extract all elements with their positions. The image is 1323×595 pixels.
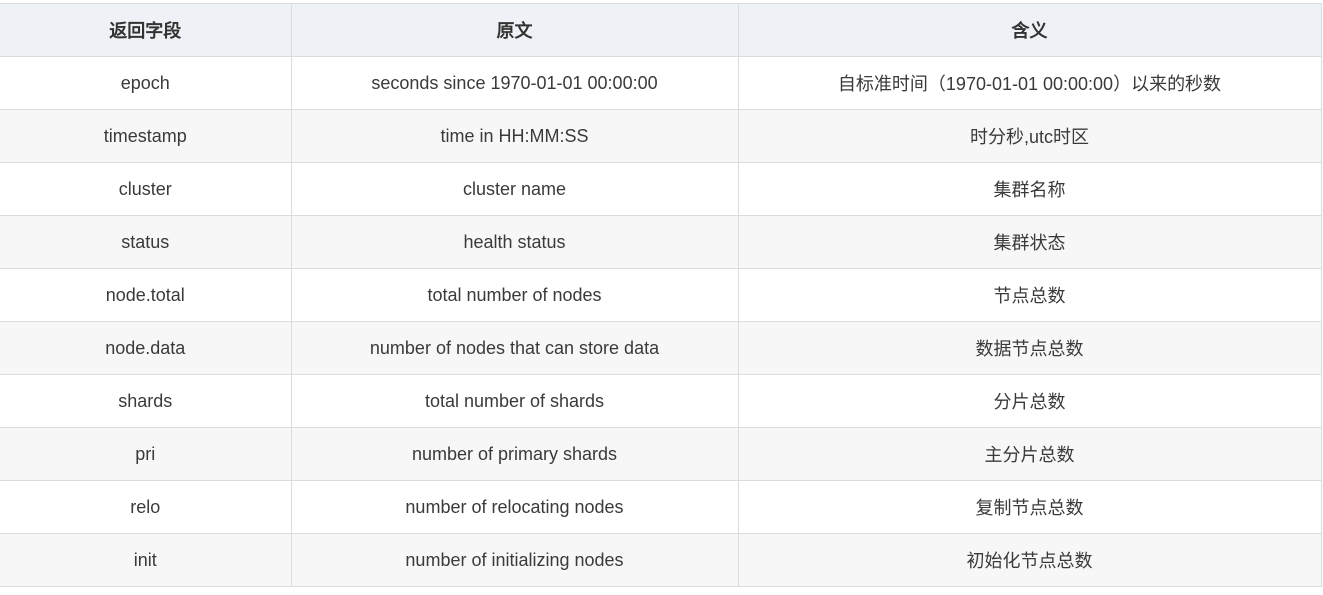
cell-original: total number of nodes — [290, 268, 739, 322]
cell-meaning: 节点总数 — [737, 268, 1322, 322]
cell-meaning: 主分片总数 — [737, 427, 1322, 481]
table-row: pri number of primary shards 主分片总数 — [0, 427, 1322, 481]
cell-field: pri — [0, 427, 292, 481]
cell-meaning: 自标准时间（1970-01-01 00:00:00）以来的秒数 — [737, 56, 1322, 110]
cell-field: relo — [0, 480, 292, 534]
table-row: init number of initializing nodes 初始化节点总… — [0, 533, 1322, 587]
table-row: status health status 集群状态 — [0, 215, 1322, 269]
cell-meaning: 集群名称 — [737, 162, 1322, 216]
table-header-row: 返回字段 原文 含义 — [0, 3, 1322, 57]
cell-meaning: 分片总数 — [737, 374, 1322, 428]
table-row: relo number of relocating nodes 复制节点总数 — [0, 480, 1322, 534]
table-row: timestamp time in HH:MM:SS 时分秒,utc时区 — [0, 109, 1322, 163]
cell-meaning: 复制节点总数 — [737, 480, 1322, 534]
cell-field: node.total — [0, 268, 292, 322]
cell-field: init — [0, 533, 292, 587]
cell-field: node.data — [0, 321, 292, 375]
header-meaning: 含义 — [737, 3, 1322, 57]
cell-original: seconds since 1970-01-01 00:00:00 — [290, 56, 739, 110]
fields-table-container: 返回字段 原文 含义 epoch seconds since 1970-01-0… — [0, 3, 1322, 587]
cell-original: time in HH:MM:SS — [290, 109, 739, 163]
header-original: 原文 — [290, 3, 739, 57]
cell-original: number of relocating nodes — [290, 480, 739, 534]
header-field: 返回字段 — [0, 3, 292, 57]
cell-field: epoch — [0, 56, 292, 110]
table-row: cluster cluster name 集群名称 — [0, 162, 1322, 216]
table-row: epoch seconds since 1970-01-01 00:00:00 … — [0, 56, 1322, 110]
cell-original: number of nodes that can store data — [290, 321, 739, 375]
table-row: shards total number of shards 分片总数 — [0, 374, 1322, 428]
cell-field: timestamp — [0, 109, 292, 163]
cell-field: status — [0, 215, 292, 269]
cell-meaning: 数据节点总数 — [737, 321, 1322, 375]
cell-original: number of initializing nodes — [290, 533, 739, 587]
cell-field: cluster — [0, 162, 292, 216]
cell-original: health status — [290, 215, 739, 269]
cell-meaning: 时分秒,utc时区 — [737, 109, 1322, 163]
cell-original: number of primary shards — [290, 427, 739, 481]
cell-original: cluster name — [290, 162, 739, 216]
table-row: node.total total number of nodes 节点总数 — [0, 268, 1322, 322]
fields-table: 返回字段 原文 含义 epoch seconds since 1970-01-0… — [0, 3, 1322, 587]
table-row: node.data number of nodes that can store… — [0, 321, 1322, 375]
cell-meaning: 初始化节点总数 — [737, 533, 1322, 587]
cell-original: total number of shards — [290, 374, 739, 428]
cell-meaning: 集群状态 — [737, 215, 1322, 269]
cell-field: shards — [0, 374, 292, 428]
